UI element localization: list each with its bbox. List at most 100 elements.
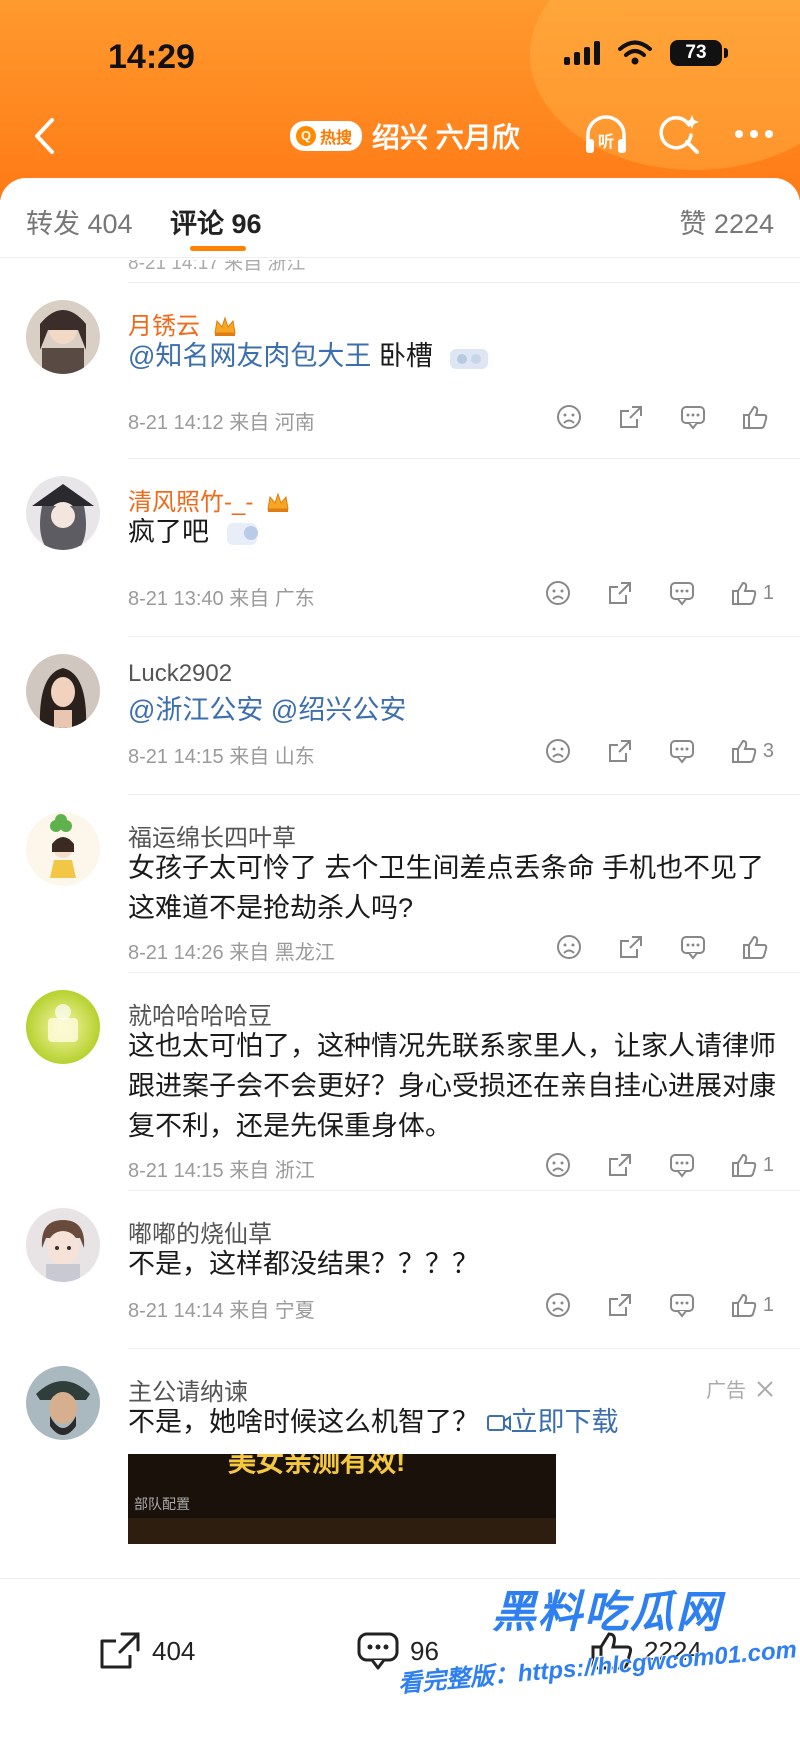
tab-comments[interactable]: 评论 96 xyxy=(170,202,262,241)
hot-label: 热搜 xyxy=(320,130,353,147)
download-link[interactable]: 立即下载 xyxy=(486,1407,619,1437)
avatar[interactable] xyxy=(26,300,100,374)
tab-bar: 转发 404 评论 96 赞 2224 xyxy=(0,178,800,258)
share-button[interactable] xyxy=(618,934,644,960)
tab-likes[interactable]: 赞 2224 xyxy=(679,202,774,241)
username[interactable]: Luck2902 xyxy=(128,660,232,688)
like-count: 1 xyxy=(762,1153,774,1176)
comment-bubble-icon xyxy=(669,1294,694,1318)
thumbs-up-icon xyxy=(731,739,757,763)
share-icon xyxy=(608,740,631,762)
like-count: 1 xyxy=(762,581,774,604)
comment-meta: 8-21 14:14 来自 宁夏 xyxy=(128,1300,315,1322)
dislike-button[interactable] xyxy=(545,580,571,606)
comment-body: 不是，这样都没结果？？？？ xyxy=(128,1249,479,1279)
comment-text: @浙江公安 @绍兴公安 xyxy=(128,690,778,730)
more-button[interactable] xyxy=(730,110,778,158)
comment-body: 女孩子太可怜了 去个卫生间差点丢条命 手机也不见了 这难道不是抢劫杀人吗? xyxy=(128,853,765,923)
like-button[interactable]: 1 xyxy=(731,1292,774,1318)
sticker-icon xyxy=(226,522,258,545)
cellular-signal-icon xyxy=(564,41,600,65)
share-icon xyxy=(100,1632,140,1669)
close-icon[interactable] xyxy=(756,1380,774,1398)
dislike-button[interactable] xyxy=(556,404,582,430)
comment-item: 月锈云 @知名网友肉包大王 卧槽 8-21 14:12 来自 河南 xyxy=(0,282,800,458)
ad-image-banner: 美女亲测有效! xyxy=(228,1454,406,1477)
comment-actions: 1 xyxy=(545,578,774,608)
content-panel: 转发 404 评论 96 赞 2224 8-21 14:17 来自 浙江 月锈云… xyxy=(0,178,800,1578)
comment-bubble-icon xyxy=(669,582,694,606)
mention-link[interactable]: @知名网友肉包大王 xyxy=(128,341,371,371)
dislike-button[interactable] xyxy=(545,1152,571,1178)
like-button[interactable] xyxy=(742,934,774,960)
ad-image[interactable]: 美女亲测有效! 部队配置 xyxy=(128,1454,556,1544)
share-button[interactable] xyxy=(607,580,633,606)
like-button[interactable]: 1 xyxy=(731,580,774,606)
mention-link[interactable]: @浙江公安 @绍兴公安 xyxy=(128,695,406,725)
comment-actions xyxy=(556,932,774,962)
nav-actions: 听 xyxy=(582,110,778,158)
avatar[interactable] xyxy=(26,1208,100,1282)
like-count: 3 xyxy=(762,739,774,762)
comment-actions: 1 xyxy=(545,1290,774,1320)
like-button[interactable]: 3 xyxy=(731,738,774,764)
comment-body: 这也太可怕了，这种情况先联系家里人，让家人请律师跟进案子会不会更好？身心受损还在… xyxy=(128,1031,776,1141)
comment-list[interactable]: 8-21 14:17 来自 浙江 月锈云 @知名网友肉包大王 卧槽 8-21 1… xyxy=(0,260,800,1580)
battery-indicator: 73 xyxy=(670,40,728,66)
share-button[interactable] xyxy=(618,404,644,430)
comment-item: 福运绵长四叶草 女孩子太可怜了 去个卫生间差点丢条命 手机也不见了 这难道不是抢… xyxy=(0,794,800,972)
comment-body: 不是，她啥时候这么机智了？ xyxy=(128,1407,479,1437)
dislike-button[interactable] xyxy=(545,738,571,764)
comment-body: 疯了吧 xyxy=(128,517,209,547)
reply-button[interactable] xyxy=(680,934,706,960)
reply-button[interactable] xyxy=(680,404,706,430)
avatar[interactable] xyxy=(26,1366,100,1440)
listen-button[interactable]: 听 xyxy=(582,110,630,158)
comment-item: Luck2902 @浙江公安 @绍兴公安 8-21 14:15 来自 山东 3 xyxy=(0,636,800,794)
reply-button[interactable] xyxy=(669,1292,695,1318)
like-button[interactable] xyxy=(742,404,774,430)
vip-crown-icon xyxy=(267,492,289,512)
repost-button[interactable]: 404 xyxy=(98,1631,195,1671)
dislike-button[interactable] xyxy=(556,934,582,960)
nav-bar: Q 热搜 绍兴 六月欣 听 xyxy=(0,108,800,164)
comment-body: 卧槽 xyxy=(371,341,433,371)
share-icon xyxy=(608,582,631,604)
search-button[interactable] xyxy=(656,110,704,158)
share-icon xyxy=(608,1294,631,1316)
dislike-button[interactable] xyxy=(545,1292,571,1318)
share-button[interactable] xyxy=(607,1152,633,1178)
thumbs-up-icon xyxy=(731,1293,757,1317)
avatar[interactable] xyxy=(26,654,100,728)
share-button[interactable] xyxy=(607,1292,633,1318)
avatar[interactable] xyxy=(26,476,100,550)
ad-image-bar xyxy=(128,1518,556,1544)
comment-item: 清风照竹-_- 疯了吧 8-21 13:40 来自 广东 1 xyxy=(0,458,800,636)
comment-text: 疯了吧 xyxy=(128,512,778,552)
avatar[interactable] xyxy=(26,812,100,886)
reply-button[interactable] xyxy=(669,580,695,606)
comment-text: 女孩子太可怜了 去个卫生间差点丢条命 手机也不见了 这难道不是抢劫杀人吗? xyxy=(128,848,778,928)
comment-text: 不是，她啥时候这么机智了？ 立即下载 xyxy=(128,1402,778,1442)
thumbs-up-icon xyxy=(743,405,768,429)
share-icon xyxy=(620,936,642,958)
back-button[interactable] xyxy=(20,114,68,158)
comment-bubble-icon xyxy=(669,1154,694,1178)
tab-reposts[interactable]: 转发 404 xyxy=(26,202,133,241)
comment-item: 就哈哈哈哈豆 这也太可怕了，这种情况先联系家里人，让家人请律师跟进案子会不会更好… xyxy=(0,972,800,1190)
sparkle-search-icon xyxy=(659,115,699,154)
thumbs-up-icon xyxy=(731,1153,757,1177)
like-button[interactable]: 1 xyxy=(731,1152,774,1178)
reply-button[interactable] xyxy=(669,1152,695,1178)
vip-crown-icon xyxy=(214,316,236,336)
wifi-icon xyxy=(618,40,652,65)
avatar[interactable] xyxy=(26,990,100,1064)
reply-button[interactable] xyxy=(669,738,695,764)
comment-bubble-icon xyxy=(681,406,705,430)
share-icon xyxy=(620,406,642,428)
share-button[interactable] xyxy=(607,738,633,764)
sticker-icon xyxy=(450,348,489,369)
nav-topic[interactable]: Q 热搜 绍兴 六月欣 xyxy=(290,116,520,156)
ad-label: 广告 xyxy=(706,1374,774,1403)
comment-actions xyxy=(556,402,774,432)
